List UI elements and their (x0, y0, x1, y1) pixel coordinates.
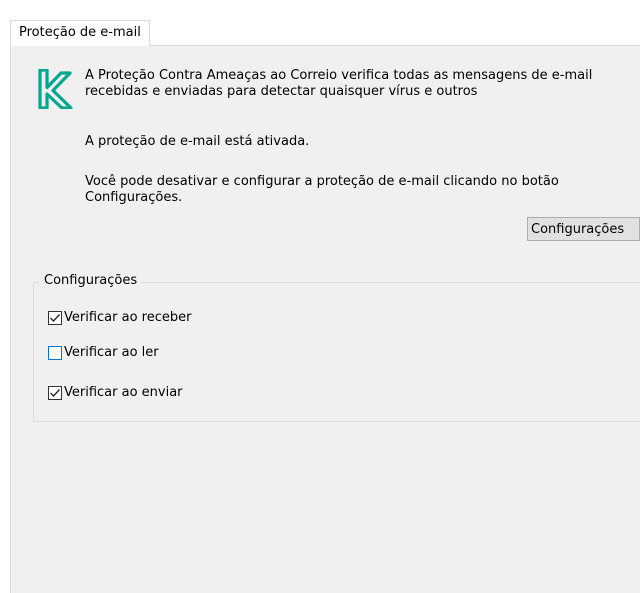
checkmark-icon (50, 389, 60, 397)
checkmark-icon (50, 314, 60, 322)
scan-on-receive-checkbox[interactable] (48, 311, 62, 325)
settings-groupbox-legend: Configurações (38, 273, 142, 289)
scan-on-receive-option[interactable]: Verificar ao receber (48, 310, 191, 326)
window-root: Proteção de e-mail A Proteção Contra Ame… (0, 0, 640, 593)
settings-button[interactable]: Configurações (527, 217, 640, 241)
protection-status: A proteção de e-mail está ativada. (85, 134, 310, 149)
tab-label: Proteção de e-mail (19, 25, 141, 40)
scan-on-send-option[interactable]: Verificar ao enviar (48, 385, 183, 401)
protection-description: A Proteção Contra Ameaças ao Correio ver… (85, 68, 593, 99)
configuration-hint: Você pode desativar e configurar a prote… (85, 174, 559, 205)
scan-on-send-label: Verificar ao enviar (64, 385, 183, 400)
scan-on-receive-label: Verificar ao receber (64, 310, 192, 325)
scan-on-read-checkbox[interactable] (48, 346, 62, 360)
kaspersky-k-logo-icon (36, 68, 76, 110)
scan-on-read-option[interactable]: Verificar ao ler (48, 345, 159, 361)
tab-email-protection[interactable]: Proteção de e-mail (10, 20, 150, 46)
scan-on-send-checkbox[interactable] (48, 386, 62, 400)
scan-on-read-label: Verificar ao ler (64, 345, 159, 360)
